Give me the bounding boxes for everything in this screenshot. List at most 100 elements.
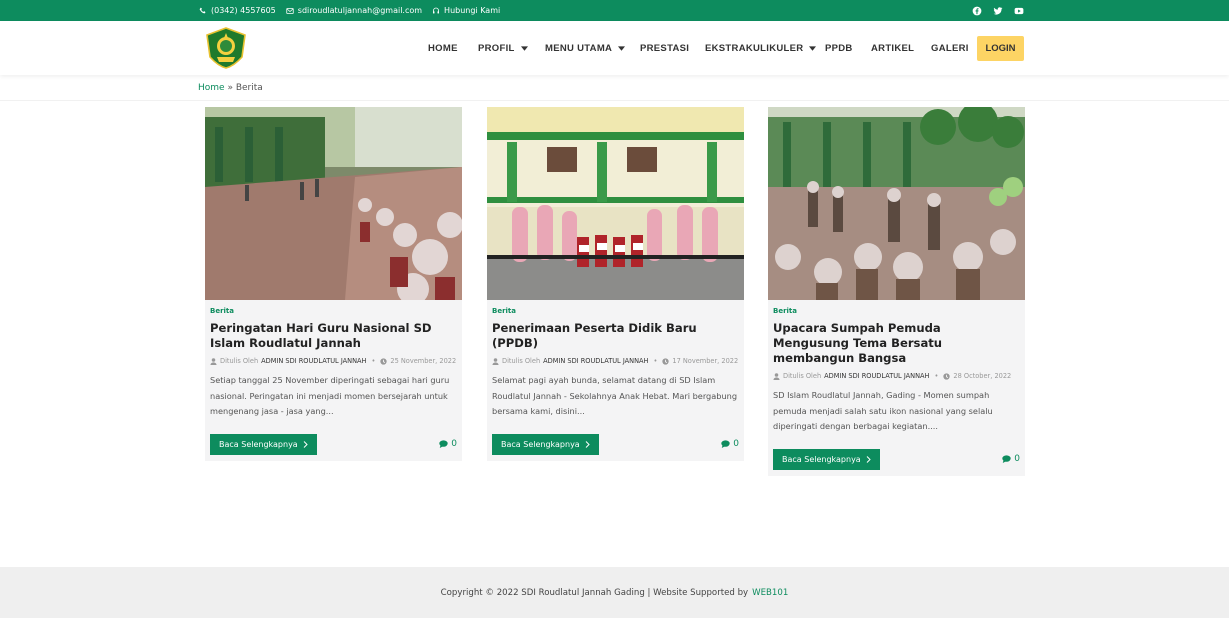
nav-ekstrakurikuler[interactable]: EKSTRAKULIKULER [705,21,817,75]
comment-count-value: 0 [451,439,457,449]
read-more-button[interactable]: Baca Selengkapnya [773,448,880,470]
nav-profil-label: PROFIL [478,42,515,54]
post-thumbnail[interactable] [205,107,462,300]
post-author[interactable]: ADMIN SDI ROUDLATUL JANNAH [824,372,929,380]
post-title[interactable]: Peringatan Hari Guru Nasional SD Islam R… [210,321,457,351]
contact-link[interactable]: Hubungi Kami [432,6,500,15]
breadcrumb: Home » Berita [198,83,263,93]
phone-contact[interactable]: (0342) 4557605 [199,6,276,15]
email-contact[interactable]: sdiroudlatuljannah@gmail.com [286,6,422,15]
contact-info: (0342) 4557605 sdiroudlatuljannah@gmail.… [199,0,500,21]
read-more-label: Baca Selengkapnya [501,439,580,449]
comment-count[interactable]: 0 [1002,454,1020,464]
post-excerpt: Selamat pagi ayah bunda, selamat datang … [492,375,738,416]
author-prefix: Ditulis Oleh [502,357,541,365]
nav-galeri[interactable]: GALERI [931,21,969,75]
comment-count-value: 0 [733,439,739,449]
post-author[interactable]: ADMIN SDI ROUDLATUL JANNAH [543,357,648,365]
post-date: 25 November, 2022 [390,357,457,365]
email-address: sdiroudlatuljannah@gmail.com [297,6,423,15]
chevron-right-icon [866,455,871,463]
comment-icon [1002,455,1011,463]
chevron-down-icon [520,45,528,51]
post-date: 17 November, 2022 [672,357,739,365]
post-body: Berita Peringatan Hari Guru Nasional SD … [205,300,462,461]
post-card: Berita Upacara Sumpah Pemuda Mengusung T… [768,107,1025,476]
user-icon [773,372,780,380]
meta-separator: • [371,357,376,365]
nav-ppdb[interactable]: PPDB [825,21,853,75]
post-card: Berita Penerimaan Peserta Didik Baru (PP… [487,107,744,461]
post-excerpt: Setiap tanggal 25 November diperingati s… [210,375,450,416]
site-footer: Copyright © 2022 SDI Roudlatul Jannah Ga… [0,567,1229,618]
main-nav: HOME PROFIL MENU UTAMA PRESTASI EKSTRAKU… [0,21,1229,75]
read-more-button[interactable]: Baca Selengkapnya [492,433,599,455]
post-body: Berita Penerimaan Peserta Didik Baru (PP… [487,300,744,461]
post-category[interactable]: Berita [210,307,457,315]
nav-ekstrakurikuler-label: EKSTRAKULIKULER [705,42,804,54]
headset-icon [433,7,440,13]
post-body: Berita Upacara Sumpah Pemuda Mengusung T… [768,300,1025,476]
top-bar: (0342) 4557605 sdiroudlatuljannah@gmail.… [0,0,1229,21]
phone-number: (0342) 4557605 [211,6,276,15]
nav-prestasi[interactable]: PRESTASI [640,21,689,75]
copyright-text: Copyright © 2022 SDI Roudlatul Jannah Ga… [440,587,749,598]
chevron-right-icon [585,440,590,448]
post-thumbnail[interactable] [768,107,1025,300]
nav-artikel-label: ARTIKEL [871,42,915,54]
post-thumbnail[interactable] [487,107,744,300]
chevron-down-icon [809,45,817,51]
post-actions: Baca Selengkapnya 0 [492,433,739,455]
post-author[interactable]: ADMIN SDI ROUDLATUL JANNAH [261,357,366,365]
clock-icon [943,372,951,380]
footer-brand-link[interactable]: WEB101 [752,588,788,598]
post-date: 28 October, 2022 [953,372,1012,380]
meta-separator: • [653,357,658,365]
read-more-label: Baca Selengkapnya [219,439,298,449]
nav-galeri-label: GALERI [931,42,969,54]
post-title[interactable]: Upacara Sumpah Pemuda Mengusung Tema Ber… [773,321,1020,366]
nav-profil[interactable]: PROFIL [478,21,528,75]
nav-artikel[interactable]: ARTIKEL [871,21,914,75]
post-category[interactable]: Berita [492,307,739,315]
login-button[interactable]: LOGIN [977,36,1024,61]
contact-link-label: Hubungi Kami [444,6,501,15]
user-icon [210,357,217,365]
post-meta: Ditulis Oleh ADMIN SDI ROUDLATUL JANNAH … [210,357,457,365]
comment-count[interactable]: 0 [439,439,457,449]
breadcrumb-current: Berita [235,83,263,93]
meta-separator: • [934,372,939,380]
social-links [972,0,1024,21]
comment-icon [721,440,730,448]
post-category[interactable]: Berita [773,307,1020,315]
read-more-label: Baca Selengkapnya [782,454,861,464]
breadcrumb-home[interactable]: Home [198,83,225,93]
post-actions: Baca Selengkapnya 0 [210,433,457,455]
post-excerpt: SD Islam Roudlatul Jannah, Gading - Mome… [773,390,993,431]
nav-home-label: HOME [428,42,458,54]
youtube-icon[interactable] [1014,6,1024,16]
nav-menu-utama-label: MENU UTAMA [545,42,613,54]
comment-icon [439,440,448,448]
phone-icon [199,7,206,13]
facebook-icon[interactable] [972,6,982,16]
divider [0,100,1229,101]
author-prefix: Ditulis Oleh [783,372,822,380]
read-more-button[interactable]: Baca Selengkapnya [210,433,317,455]
site-header: HOME PROFIL MENU UTAMA PRESTASI EKSTRAKU… [0,21,1229,75]
comment-count[interactable]: 0 [721,439,739,449]
clock-icon [662,357,670,365]
user-icon [492,357,499,365]
author-prefix: Ditulis Oleh [220,357,259,365]
nav-ppdb-label: PPDB [825,42,853,54]
post-meta: Ditulis Oleh ADMIN SDI ROUDLATUL JANNAH … [492,357,739,365]
nav-menu-utama[interactable]: MENU UTAMA [545,21,626,75]
envelope-icon [286,7,294,14]
nav-home[interactable]: HOME [428,21,458,75]
twitter-icon[interactable] [993,6,1003,16]
post-meta: Ditulis Oleh ADMIN SDI ROUDLATUL JANNAH … [773,372,1020,380]
post-title[interactable]: Penerimaan Peserta Didik Baru (PPDB) [492,321,739,351]
post-card: Berita Peringatan Hari Guru Nasional SD … [205,107,462,461]
clock-icon [380,357,388,365]
post-actions: Baca Selengkapnya 0 [773,448,1020,470]
